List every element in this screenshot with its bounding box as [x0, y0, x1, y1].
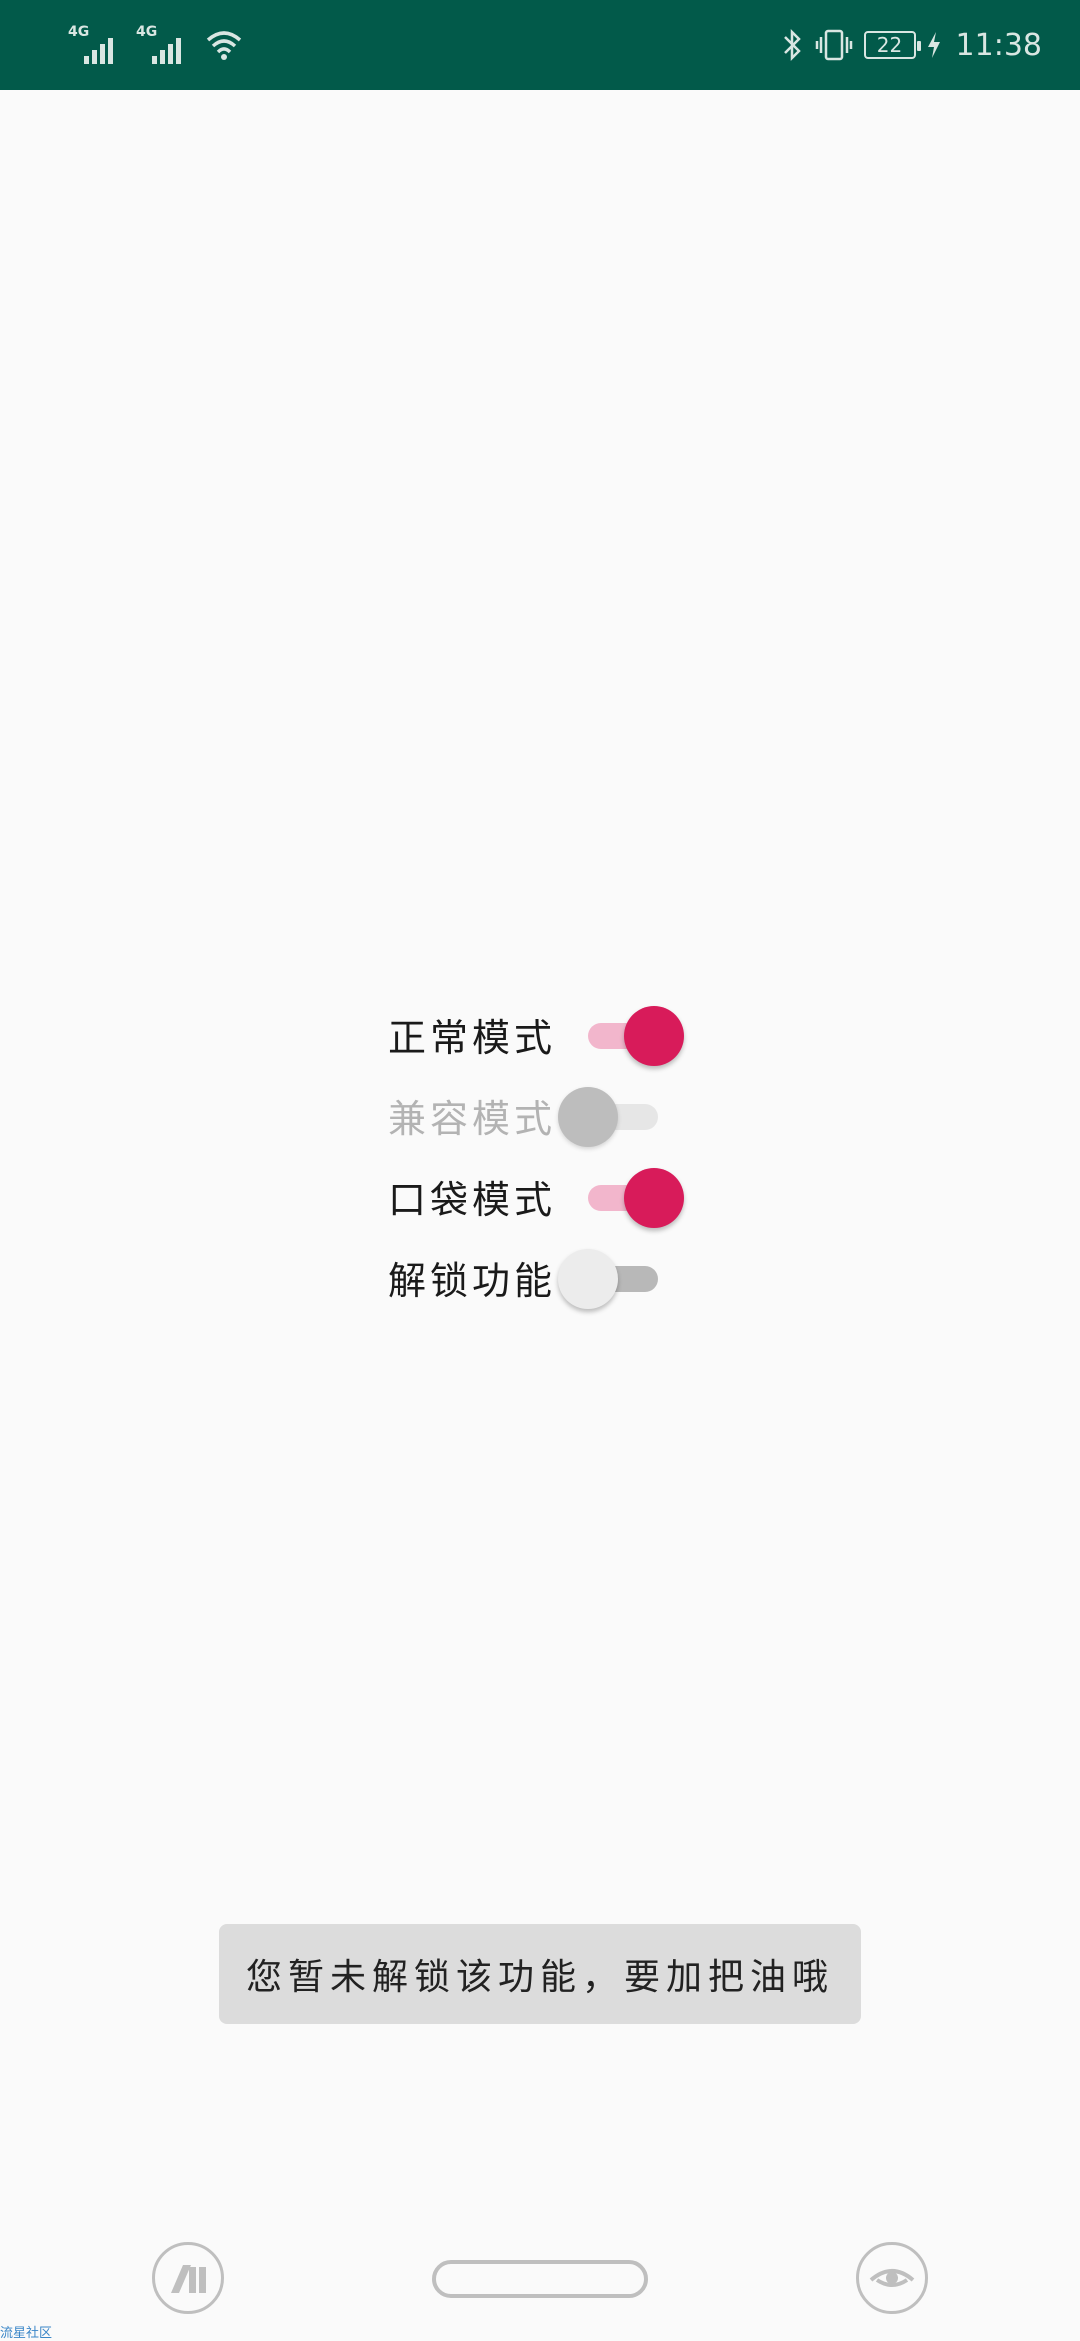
status-left: 4G 4G — [68, 24, 244, 64]
toggle-label: 解锁功能 — [388, 1259, 557, 1303]
normal-mode-switch[interactable] — [588, 1006, 684, 1066]
home-pill-icon[interactable] — [432, 2260, 648, 2298]
switch-thumb — [558, 1249, 618, 1309]
toggle-row-normal-mode[interactable]: 正常模式 — [388, 995, 708, 1076]
pocket-mode-switch[interactable] — [588, 1168, 684, 1228]
switch-thumb — [558, 1087, 618, 1147]
status-right: 22 11:38 — [780, 22, 1042, 68]
switch-thumb — [624, 1168, 684, 1228]
unlock-feature-switch[interactable] — [558, 1249, 672, 1309]
nav-bar — [0, 2218, 1080, 2340]
toast-text: 您暂未解锁该功能，要加把油哦 — [245, 1957, 834, 1998]
charging-icon — [927, 32, 940, 58]
vibrate-icon — [815, 29, 852, 61]
status-bar: 4G 4G 22 11:38 — [0, 0, 1080, 90]
battery-icon: 22 — [863, 31, 921, 59]
toast-message: 您暂未解锁该功能，要加把油哦 — [219, 1924, 861, 2024]
app-logo-glyph — [171, 2265, 206, 2293]
app-logo-icon[interactable] — [152, 2242, 224, 2314]
eye-glyph — [869, 2269, 915, 2287]
switch-thumb — [624, 1006, 684, 1066]
wifi-icon — [206, 31, 242, 60]
toggle-label: 口袋模式 — [388, 1178, 557, 1222]
toggle-label: 兼容模式 — [388, 1097, 557, 1141]
signal-icon: 4G — [68, 24, 122, 64]
signal-icon: 4G — [136, 24, 190, 64]
clock: 11:38 — [955, 27, 1042, 63]
battery-level: 22 — [876, 33, 903, 57]
bluetooth-icon — [783, 28, 801, 62]
toggle-row-unlock-feature[interactable]: 解锁功能 — [388, 1238, 708, 1319]
eye-icon[interactable] — [856, 2242, 928, 2314]
toggle-row-compat-mode: 兼容模式 — [388, 1076, 708, 1157]
watermark: 流星社区 — [0, 2326, 53, 2341]
mode-toggle-group: 正常模式 兼容模式 口袋模式 解锁功能 — [388, 995, 708, 1319]
toggle-label: 正常模式 — [388, 1016, 557, 1060]
toggle-row-pocket-mode[interactable]: 口袋模式 — [388, 1157, 708, 1238]
compat-mode-switch — [558, 1087, 672, 1147]
